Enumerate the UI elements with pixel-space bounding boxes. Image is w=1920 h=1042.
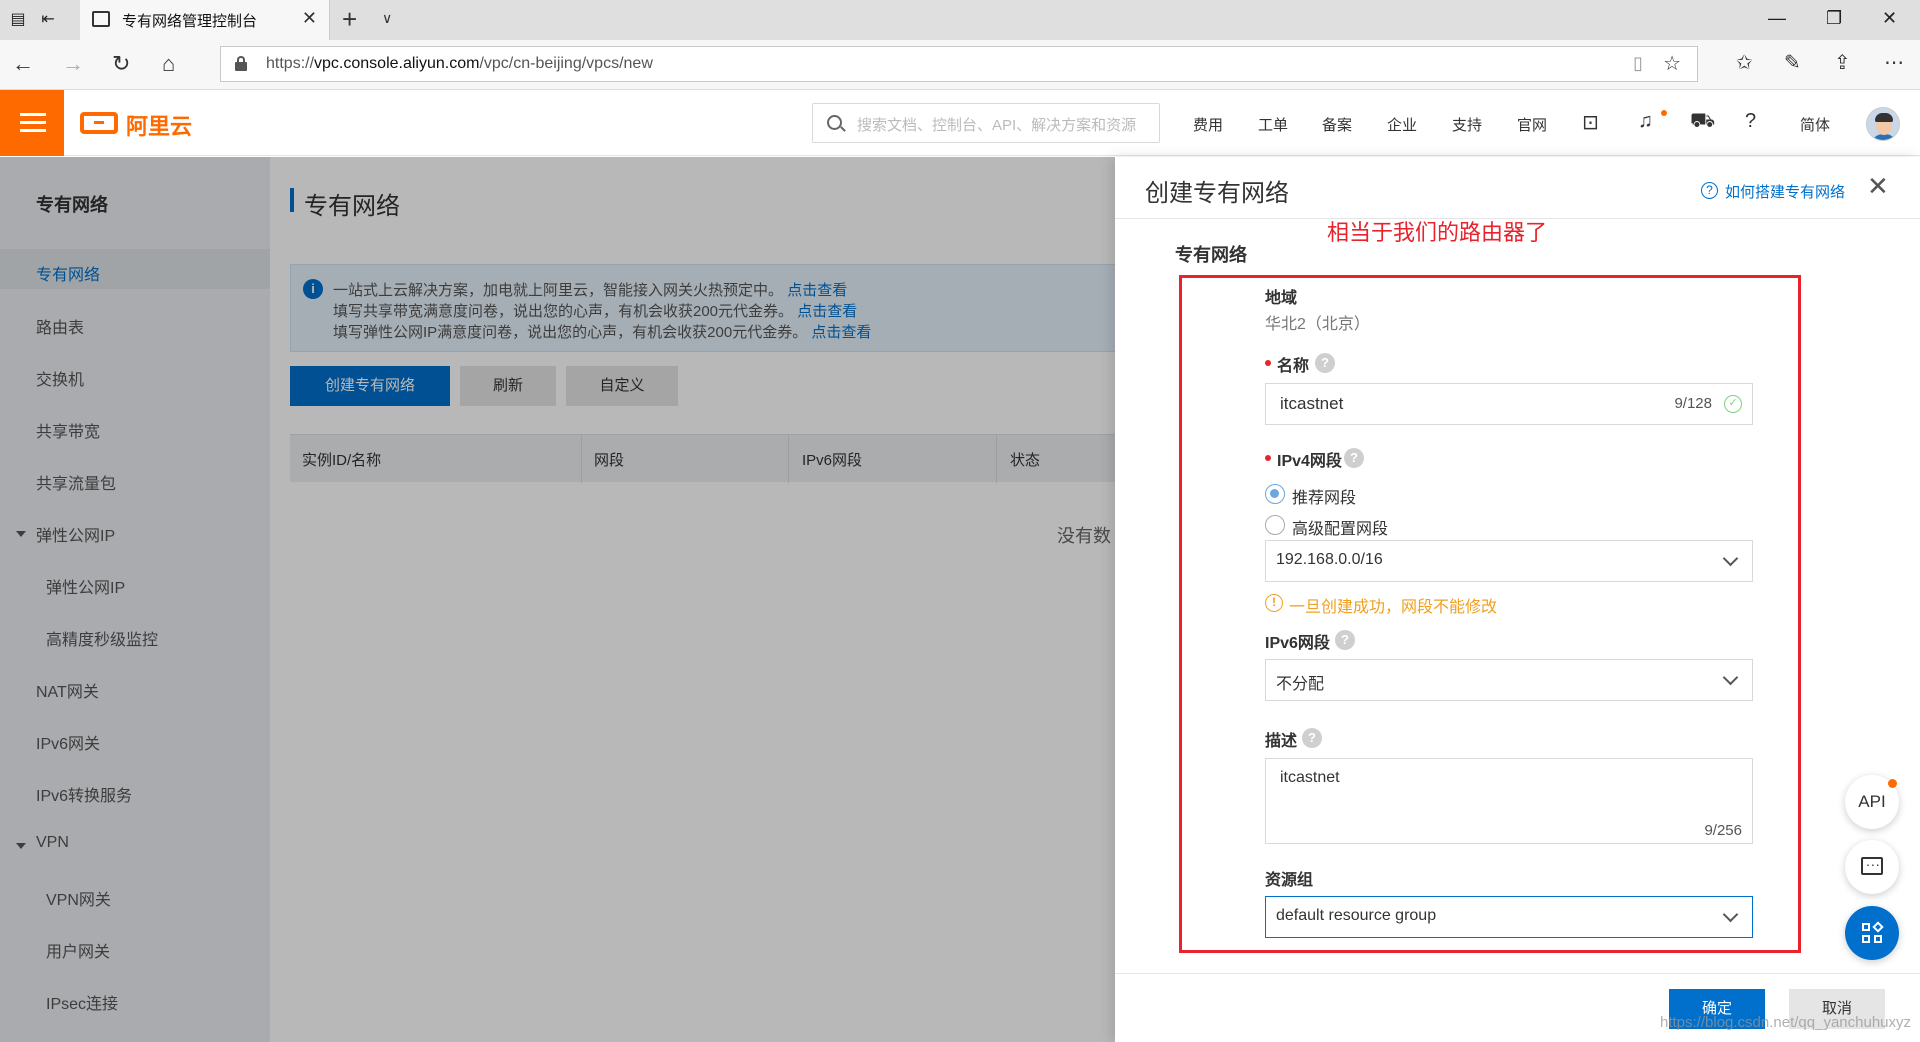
description-textarea[interactable]: itcastnet 9/256 — [1265, 758, 1753, 844]
question-icon[interactable]: ? — [1344, 448, 1364, 468]
header-link-website[interactable]: 官网 — [1517, 114, 1547, 135]
search-icon — [827, 115, 842, 130]
char-count: 9/128 — [1674, 395, 1712, 412]
header-link-support[interactable]: 支持 — [1452, 114, 1482, 135]
description-label: 描述 — [1265, 733, 1298, 750]
modal-overlay[interactable] — [0, 157, 1115, 1042]
minimize-icon[interactable]: — — [1768, 8, 1786, 29]
drawer-title: 创建专有网络 — [1145, 180, 1289, 207]
ipv4-cidr-select[interactable]: 192.168.0.0/16 — [1265, 540, 1753, 582]
refresh-icon[interactable]: ↻ — [112, 52, 130, 76]
close-tab-icon[interactable]: ✕ — [302, 8, 317, 29]
window-close-icon[interactable]: ✕ — [1882, 8, 1897, 29]
url-text: https://vpc.console.aliyun.com/vpc/cn-be… — [266, 55, 653, 72]
resource-group-label: 资源组 — [1265, 872, 1314, 889]
question-circle-icon: ? — [1701, 182, 1718, 199]
ipv6-select[interactable]: 不分配 — [1265, 659, 1753, 701]
new-tab-icon[interactable]: + — [342, 4, 357, 35]
browser-tab-bar: ▤ ⇤ 专有网络管理控制台 ✕ + ∨ — ❐ ✕ — [0, 0, 1920, 40]
share-icon[interactable]: ⇪ — [1834, 50, 1851, 75]
annotation-text: 相当于我们的路由器了 — [1327, 220, 1548, 245]
question-icon[interactable]: ? — [1302, 728, 1322, 748]
divider — [1115, 973, 1920, 974]
favorites-icon[interactable]: ✩ — [1736, 50, 1753, 75]
warning-text: 一旦创建成功，网段不能修改 — [1289, 599, 1498, 616]
chevron-down-icon — [1722, 550, 1739, 567]
radio-label-advanced[interactable]: 高级配置网段 — [1292, 515, 1388, 539]
tab-actions-icon[interactable]: ▤ — [8, 10, 28, 30]
tab-title: 专有网络管理控制台 — [122, 13, 258, 30]
watermark: https://blog.csdn.net/qq_yanchuhuxyz — [1660, 1014, 1912, 1031]
apps-button[interactable] — [1845, 906, 1899, 960]
home-icon[interactable]: ⌂ — [162, 52, 175, 76]
set-aside-tabs-icon[interactable]: ⇤ — [38, 10, 58, 30]
forward-icon[interactable]: → — [62, 52, 84, 76]
region-value: 华北2（北京） — [1265, 316, 1370, 333]
reading-view-icon[interactable]: ▯ — [1633, 53, 1643, 74]
url-field[interactable]: https://vpc.console.aliyun.com/vpc/cn-be… — [220, 46, 1698, 82]
question-icon[interactable]: ? — [1335, 630, 1355, 650]
favorite-star-icon[interactable]: ☆ — [1663, 51, 1681, 76]
section-title: 专有网络 — [1175, 245, 1247, 265]
name-field[interactable]: itcastnet 9/128 ✓ — [1265, 383, 1753, 425]
header-link-billing[interactable]: 费用 — [1193, 114, 1223, 135]
radio-label-recommended[interactable]: 推荐网段 — [1292, 484, 1356, 508]
chevron-down-icon — [1722, 906, 1739, 923]
create-vpc-drawer: 创建专有网络 ? 如何搭建专有网络 ✕ 相当于我们的路由器了 专有网络 地域 华… — [1115, 157, 1920, 1042]
check-circle-icon: ✓ — [1724, 395, 1742, 413]
char-count: 9/256 — [1704, 822, 1742, 839]
cart-icon[interactable]: ⛟ — [1690, 110, 1715, 135]
radio-recommended[interactable] — [1265, 484, 1285, 504]
bell-icon[interactable]: ♫ — [1638, 110, 1653, 133]
question-icon[interactable]: ? — [1315, 353, 1335, 373]
ipv4-label: IPv4网段 — [1277, 453, 1342, 470]
required-marker — [1265, 455, 1271, 461]
name-label: 名称 — [1277, 358, 1310, 375]
menu-icon[interactable] — [0, 90, 64, 156]
required-marker — [1265, 360, 1271, 366]
notification-dot — [1661, 110, 1667, 116]
terminal-icon[interactable]: ⊡ — [1582, 110, 1599, 135]
avatar[interactable] — [1866, 107, 1900, 141]
header-link-enterprise[interactable]: 企业 — [1387, 114, 1417, 135]
page-icon — [92, 11, 110, 27]
language-switch[interactable]: 简体 — [1800, 114, 1830, 135]
header-link-tickets[interactable]: 工单 — [1258, 114, 1288, 135]
feedback-button[interactable] — [1845, 840, 1899, 894]
help-icon[interactable]: ? — [1745, 110, 1756, 133]
close-icon[interactable]: ✕ — [1867, 171, 1889, 201]
region-label: 地域 — [1265, 290, 1298, 307]
browser-tab[interactable]: 专有网络管理控制台 ✕ — [80, 0, 330, 40]
aliyun-logo-mark — [80, 112, 118, 134]
radio-advanced[interactable] — [1265, 515, 1285, 535]
search-input[interactable]: 搜索文档、控制台、API、解决方案和资源 — [812, 103, 1160, 143]
header-link-icp[interactable]: 备案 — [1322, 114, 1352, 135]
address-bar: ← → ↻ ⌂ https://vpc.console.aliyun.com/v… — [0, 40, 1920, 90]
ipv6-label: IPv6网段 — [1265, 635, 1330, 652]
warning-icon: ! — [1265, 594, 1283, 612]
pen-icon[interactable]: ✎ — [1784, 50, 1801, 75]
console-header: 阿里云 搜索文档、控制台、API、解决方案和资源 费用 工单 备案 企业 支持 … — [0, 90, 1920, 156]
more-icon[interactable]: ⋯ — [1884, 50, 1904, 75]
message-icon — [1861, 853, 1883, 875]
resource-group-select[interactable]: default resource group — [1265, 896, 1753, 938]
back-icon[interactable]: ← — [12, 52, 34, 76]
apps-grid-icon — [1862, 921, 1884, 943]
maximize-icon[interactable]: ❐ — [1826, 8, 1842, 29]
lock-icon — [235, 56, 247, 71]
chevron-down-icon[interactable]: ∨ — [382, 10, 392, 27]
notification-dot — [1888, 779, 1897, 788]
chevron-down-icon — [1722, 669, 1739, 686]
